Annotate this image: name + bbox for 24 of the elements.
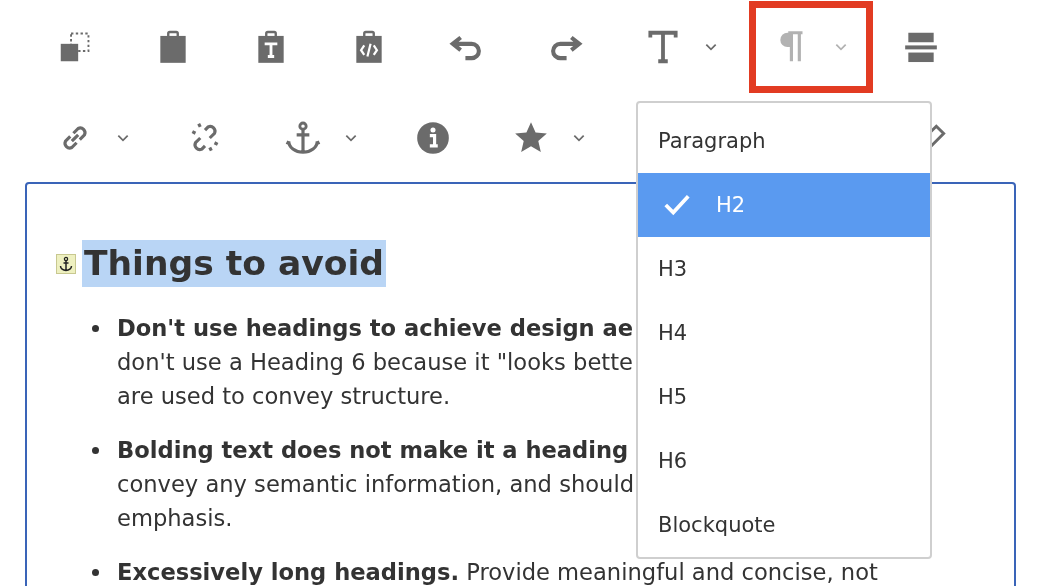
menu-item[interactable]: H6 bbox=[638, 429, 930, 493]
paragraph-line: Excessively long headings. Provide meaningful and concise, not bbox=[117, 559, 878, 585]
caret-icon bbox=[116, 133, 130, 143]
paragraph-line: convey any semantic information, and should bbox=[117, 471, 634, 497]
caret-icon bbox=[572, 133, 586, 143]
menu-item[interactable]: H3 bbox=[638, 237, 930, 301]
info-icon bbox=[414, 119, 452, 157]
menu-item[interactable]: Paragraph bbox=[638, 109, 930, 173]
paragraph-line: are used to convey structure. bbox=[117, 383, 452, 409]
bullet-icon bbox=[92, 325, 99, 332]
paragraph-line: emphasis. bbox=[117, 505, 234, 531]
menu-item[interactable]: H5 bbox=[638, 365, 930, 429]
caret-icon bbox=[344, 133, 358, 143]
paragraph-line: Bolding text does not make it a heading bbox=[117, 437, 630, 463]
bullet-icon bbox=[92, 569, 99, 576]
menu-item[interactable]: H4 bbox=[638, 301, 930, 365]
caret-icon bbox=[834, 42, 848, 52]
caret-icon bbox=[704, 42, 718, 52]
menu-item[interactable]: Blockquote bbox=[638, 493, 930, 557]
paragraph-line: Don't use headings to achieve design ae bbox=[117, 315, 634, 341]
heading-text: Things to avoid bbox=[82, 240, 386, 287]
anchor-icon bbox=[284, 119, 322, 157]
bullet-icon bbox=[92, 447, 99, 454]
paragraph-line: don't use a Heading 6 because it "looks bette bbox=[117, 349, 634, 375]
